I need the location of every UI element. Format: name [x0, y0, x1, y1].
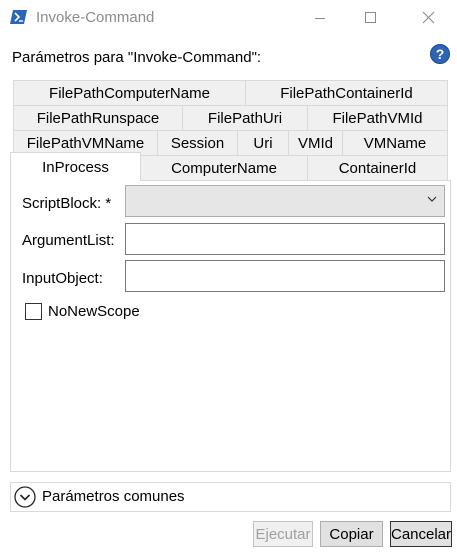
run-button[interactable]: Ejecutar	[253, 521, 313, 547]
tab-filepathcontainerid[interactable]: FilePathContainerId	[245, 80, 448, 106]
common-parameters-label: Parámetros comunes	[42, 488, 185, 505]
help-icon[interactable]: ?	[430, 44, 450, 64]
tab-vmname[interactable]: VMName	[342, 130, 448, 156]
close-icon[interactable]	[405, 0, 451, 36]
argumentlist-label: ArgumentList:	[22, 232, 115, 249]
tab-session[interactable]: Session	[157, 130, 238, 156]
copy-button[interactable]: Copiar	[320, 521, 383, 547]
inputobject-input[interactable]	[125, 260, 445, 292]
tab-filepathcomputername[interactable]: FilePathComputerName	[13, 80, 246, 106]
cancel-button[interactable]: Cancelar	[390, 521, 452, 547]
tab-vmid[interactable]: VMId	[288, 130, 343, 156]
tab-filepathuri[interactable]: FilePathUri	[182, 105, 308, 131]
inputobject-label: InputObject:	[22, 270, 103, 287]
minimize-icon[interactable]	[297, 0, 343, 36]
chevron-down-icon	[427, 196, 437, 202]
window-title: Invoke-Command	[36, 9, 155, 26]
parameters-heading: Parámetros para "Invoke-Command":	[12, 49, 262, 66]
nonewscope-label[interactable]: NoNewScope	[48, 303, 140, 320]
argumentlist-input[interactable]	[125, 223, 445, 255]
tab-filepathrunspace[interactable]: FilePathRunspace	[13, 105, 183, 131]
svg-text:?: ?	[436, 46, 445, 62]
maximize-icon[interactable]	[347, 0, 393, 36]
tab-computername[interactable]: ComputerName	[140, 155, 308, 181]
tab-uri[interactable]: Uri	[237, 130, 289, 156]
tab-containerid[interactable]: ContainerId	[307, 155, 448, 181]
nonewscope-checkbox[interactable]	[25, 303, 42, 320]
tab-inprocess[interactable]: InProcess	[10, 152, 141, 181]
scriptblock-label: ScriptBlock: *	[22, 195, 112, 212]
powershell-icon	[10, 10, 27, 24]
tab-filepathvmid[interactable]: FilePathVMId	[307, 105, 448, 131]
scriptblock-select[interactable]	[125, 185, 445, 217]
chevron-down-circle-icon[interactable]	[14, 486, 36, 508]
